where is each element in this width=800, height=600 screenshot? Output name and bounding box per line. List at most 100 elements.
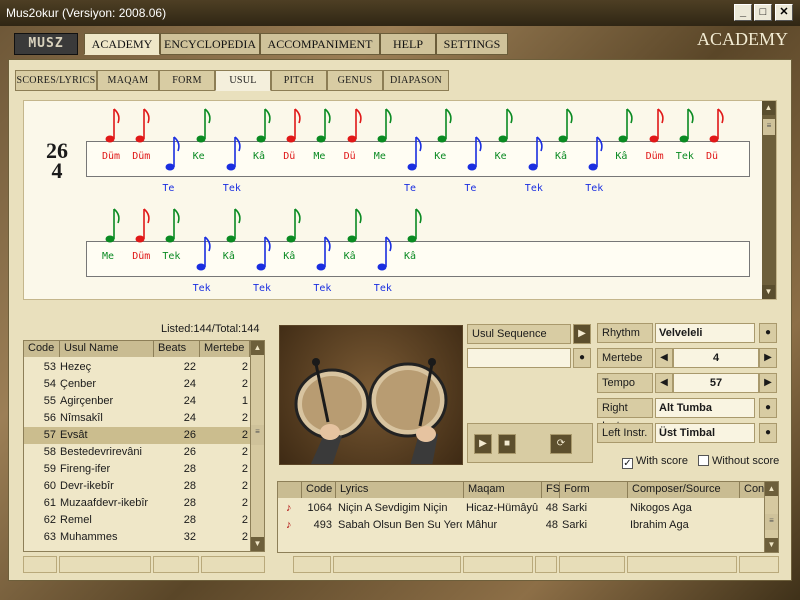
tab-settings[interactable]: SETTINGS — [436, 33, 508, 55]
header-code[interactable]: Code — [24, 341, 60, 357]
minimize-button[interactable]: _ — [734, 4, 752, 21]
mertebe-decrease-icon[interactable]: ◀ — [655, 348, 673, 368]
rhythm-dot-icon[interactable]: ● — [759, 323, 777, 343]
maximize-button[interactable]: □ — [754, 4, 772, 21]
usul-sequence-dot-icon[interactable]: ● — [573, 348, 591, 368]
stop-icon[interactable]: ■ — [498, 434, 516, 454]
left-instr-dot-icon[interactable]: ● — [759, 423, 777, 443]
header-mertebe[interactable]: Mertebe — [200, 341, 250, 357]
subtab-form[interactable]: FORM — [159, 70, 215, 91]
scroll-down-icon[interactable]: ▼ — [762, 285, 775, 299]
header-form[interactable]: Form — [560, 482, 628, 498]
note-green-icon — [407, 208, 422, 243]
loop-icon[interactable]: ⟳ — [550, 434, 572, 454]
checkbox-checked-icon[interactable]: ✓ — [622, 458, 633, 469]
subtab-diapason[interactable]: DIAPASON — [383, 70, 449, 91]
note-red-icon — [135, 208, 150, 243]
usul-sequence-play-icon[interactable]: ▶ — [573, 324, 591, 344]
scroll-thumb[interactable]: ≡ — [765, 514, 778, 530]
tempo-value[interactable]: 57 — [673, 373, 759, 393]
header-beats[interactable]: Beats — [154, 341, 200, 357]
with-score-label: With score — [636, 455, 688, 467]
usul-code: 62 — [43, 514, 56, 526]
list-item[interactable]: 54 Çenber 24 2 — [24, 376, 250, 393]
usul-mertebe: 2 — [241, 514, 248, 526]
table-row[interactable]: ♪ 1064 Niçin A Sevdigim Niçin Hicaz-Hümâyû 4… — [278, 500, 764, 517]
scroll-thumb[interactable]: ≡ — [251, 425, 264, 445]
scroll-up-icon[interactable]: ▲ — [762, 101, 775, 115]
note-green-icon — [196, 108, 211, 143]
usul-name: Devr-ikebîr — [60, 480, 114, 492]
list-item[interactable]: 58 Bestedevrirevâni 26 2 — [24, 444, 250, 461]
status-cell — [627, 556, 737, 573]
header-composer[interactable]: Composer/Source — [628, 482, 740, 498]
list-item[interactable]: 56 Nîmsakîl 24 2 — [24, 410, 250, 427]
header-song-code[interactable]: Code — [302, 482, 336, 498]
right-instr-dot-icon[interactable]: ● — [759, 398, 777, 418]
scroll-down-icon[interactable]: ▼ — [251, 537, 264, 551]
subtab-maqam[interactable]: MAQAM — [97, 70, 159, 91]
songs-scrollbar[interactable]: ▲ ≡ ▼ — [764, 482, 778, 552]
tab-accompaniment[interactable]: ACCOMPANIMENT — [260, 33, 380, 55]
syllable-label: Dü — [283, 151, 296, 162]
usul-sequence-field[interactable] — [467, 348, 571, 368]
with-score-checkbox[interactable]: ✓ With score — [622, 455, 688, 469]
subtab-pitch[interactable]: PITCH — [271, 70, 327, 91]
score-scrollbar[interactable]: ▲ ≡ ▼ — [762, 101, 776, 299]
tab-help[interactable]: HELP — [380, 33, 436, 55]
syllable-label: Te — [162, 183, 175, 194]
header-usul-name[interactable]: Usul Name — [60, 341, 154, 357]
syllable-label: Tek — [222, 183, 241, 194]
usul-beats: 28 — [183, 463, 196, 475]
subtab-usul[interactable]: USUL — [215, 70, 271, 91]
list-item[interactable]: 55 Agirçenber 24 1 — [24, 393, 250, 410]
syllable-label: Te — [404, 183, 417, 194]
right-instr-label: Right Instr. — [597, 398, 653, 432]
list-scrollbar[interactable]: ▲ ≡ ▼ — [250, 341, 264, 551]
header-lyrics[interactable]: Lyrics — [336, 482, 464, 498]
table-row[interactable]: ♪ 493 Sabah Olsun Ben Su Yerde Mâhur 48 Sarki… — [278, 517, 764, 534]
mertebe-value[interactable]: 4 — [673, 348, 759, 368]
syllable-label: Tek — [313, 283, 332, 294]
usul-beats: 32 — [183, 531, 196, 543]
scroll-up-icon[interactable]: ▲ — [251, 341, 264, 355]
mertebe-increase-icon[interactable]: ▶ — [759, 348, 777, 368]
header-con[interactable]: Con — [740, 482, 766, 498]
list-item[interactable]: 57 Evsât 26 2 — [24, 427, 250, 444]
list-item[interactable]: 53 Hezeç 22 2 — [24, 359, 250, 376]
scroll-up-icon[interactable]: ▲ — [765, 482, 778, 496]
header-maqam[interactable]: Maqam — [464, 482, 542, 498]
subtab-genus[interactable]: GENUS — [327, 70, 383, 91]
scroll-thumb[interactable]: ≡ — [763, 119, 775, 135]
tempo-increase-icon[interactable]: ▶ — [759, 373, 777, 393]
list-item[interactable]: 63 Muhammes 32 2 — [24, 529, 250, 546]
drum-illustration — [279, 325, 463, 465]
usul-mertebe: 2 — [241, 531, 248, 543]
rhythm-value[interactable]: Velveleli — [655, 323, 755, 343]
tab-academy[interactable]: ACADEMY — [84, 33, 160, 55]
syllable-label: Me — [102, 251, 115, 262]
usul-name: Muzaafdevr-ikebîr — [60, 497, 149, 509]
list-item[interactable]: 62 Remel 28 2 — [24, 512, 250, 529]
right-instr-value[interactable]: Alt Tumba — [655, 398, 755, 418]
list-item[interactable]: 61 Muzaafdevr-ikebîr 28 2 — [24, 495, 250, 512]
usul-mertebe: 2 — [241, 412, 248, 424]
list-item[interactable]: 59 Fireng-ifer 28 2 — [24, 461, 250, 478]
usul-code: 63 — [43, 531, 56, 543]
header-fs[interactable]: FS — [542, 482, 560, 498]
usul-code: 54 — [43, 378, 56, 390]
syllable-label: Kâ — [222, 251, 235, 262]
note-blue-icon — [226, 136, 241, 171]
play-icon[interactable]: ▶ — [474, 434, 492, 454]
checkbox-unchecked-icon[interactable] — [698, 455, 709, 466]
without-score-checkbox[interactable]: Without score — [698, 455, 779, 467]
syllable-label: Kâ — [343, 251, 356, 262]
tab-encyclopedia[interactable]: ENCYCLOPEDIA — [160, 33, 260, 55]
left-instr-value[interactable]: Üst Timbal — [655, 423, 755, 443]
status-cell — [201, 556, 265, 573]
close-button[interactable]: ✕ — [775, 4, 793, 21]
tempo-decrease-icon[interactable]: ◀ — [655, 373, 673, 393]
list-item[interactable]: 60 Devr-ikebîr 28 2 — [24, 478, 250, 495]
subtab-scores-lyrics[interactable]: SCORES/LYRICS — [15, 70, 97, 91]
scroll-down-icon[interactable]: ▼ — [765, 538, 778, 552]
